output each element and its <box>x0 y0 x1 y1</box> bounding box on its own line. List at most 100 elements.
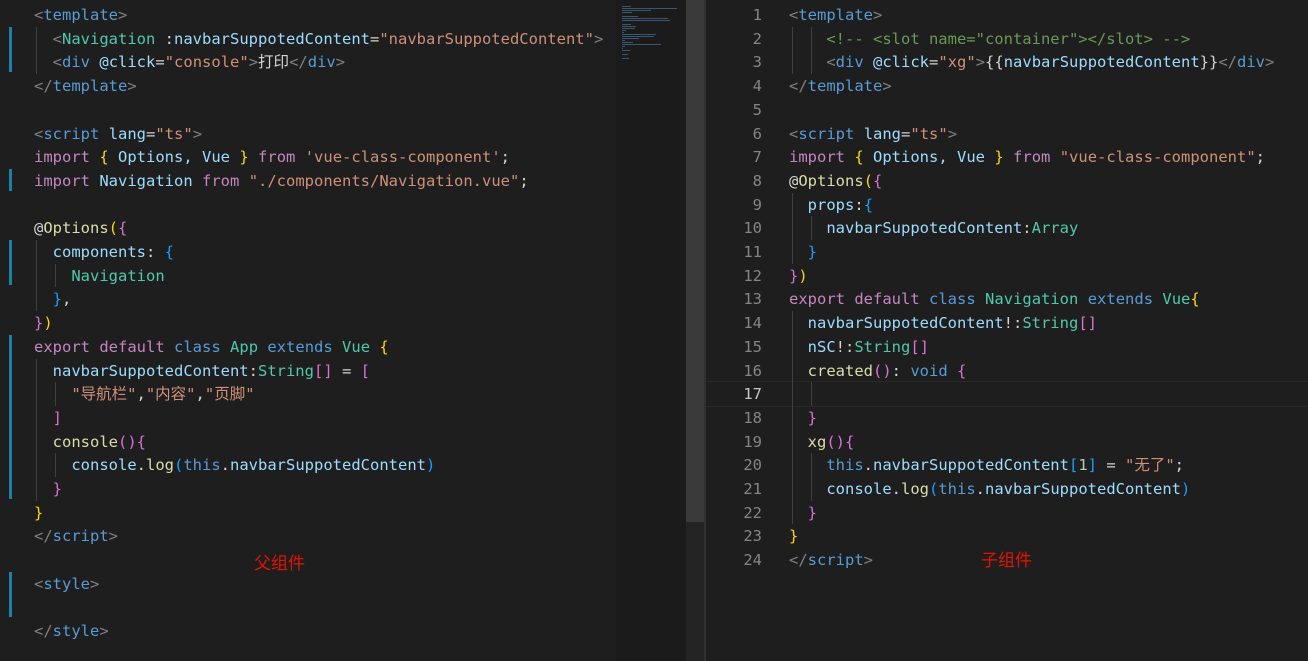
code-token: < <box>789 124 799 143</box>
code-line[interactable] <box>0 98 616 122</box>
code-token: { <box>873 171 883 190</box>
code-token: } <box>807 408 818 427</box>
code-text: navbarSuppotedContent:Array <box>789 216 1078 240</box>
code-token: lang <box>108 124 147 143</box>
code-token: Navigation <box>62 29 156 48</box>
code-token: [] <box>313 361 333 380</box>
code-line[interactable]: 4 </template> <box>706 74 1308 98</box>
code-line[interactable]: @Options({ <box>0 216 616 240</box>
code-line[interactable] <box>0 548 616 572</box>
code-token: import <box>789 148 845 167</box>
code-line[interactable]: 21 console.log(this.navbarSuppotedConten… <box>706 477 1308 501</box>
code-line[interactable]: components: { <box>0 240 616 264</box>
code-line[interactable]: </template> <box>0 74 616 98</box>
line-number: 7 <box>752 148 762 167</box>
code-text: console(){ <box>34 430 146 454</box>
code-line[interactable] <box>0 596 616 620</box>
minimap-line <box>622 26 636 27</box>
minimap-line <box>622 46 625 47</box>
code-token: "console" <box>164 53 249 72</box>
code-line[interactable]: 18 } <box>706 406 1308 430</box>
code-token: Options <box>43 219 109 238</box>
code-token: ( <box>108 219 119 238</box>
code-line[interactable]: export default class App extends Vue { <box>0 335 616 359</box>
code-line[interactable]: 13 export default class Navigation extend… <box>706 287 1308 311</box>
code-line[interactable]: 6 <script lang="ts"> <box>706 122 1308 146</box>
code-line[interactable]: </style> <box>0 619 616 643</box>
code-line[interactable]: }) <box>0 311 616 335</box>
code-token: "ts" <box>910 124 948 143</box>
code-line[interactable]: navbarSuppotedContent:String[] = [ <box>0 359 616 383</box>
code-line[interactable]: 17 <box>706 381 1308 408</box>
code-line[interactable]: import Navigation from "./components/Nav… <box>0 169 616 193</box>
code-line[interactable]: } <box>0 501 616 525</box>
code-line[interactable]: <script lang="ts"> <box>0 122 616 146</box>
code-line[interactable]: 10 navbarSuppotedContent:Array <box>706 216 1308 240</box>
minimap-line <box>622 34 657 35</box>
code-token: "内容" <box>145 385 196 404</box>
code-line[interactable]: 19 xg(){ <box>706 430 1308 454</box>
code-line[interactable]: } <box>0 477 616 501</box>
code-line[interactable]: Navigation <box>0 264 616 288</box>
code-line[interactable]: 5 <box>706 98 1308 122</box>
code-text: navbarSuppotedContent:String[] = [ <box>34 359 370 383</box>
code-line[interactable]: <style> <box>0 572 616 596</box>
code-line[interactable]: 14 navbarSuppotedContent!:String[] <box>706 311 1308 335</box>
code-token: ( <box>174 456 184 475</box>
code-line[interactable]: </script> <box>0 524 616 548</box>
code-text: console.log(this.navbarSuppotedContent) <box>34 453 435 477</box>
line-number: 4 <box>752 77 762 96</box>
code-line[interactable] <box>0 193 616 217</box>
code-text: xg(){ <box>789 430 855 454</box>
code-token: from <box>258 148 296 167</box>
code-line[interactable]: 20 this.navbarSuppotedContent[1] = "无了"; <box>706 453 1308 477</box>
code-token: class <box>174 337 221 356</box>
code-line[interactable]: }, <box>0 287 616 311</box>
code-token: String <box>854 337 911 356</box>
code-line[interactable]: 1 <template> <box>706 3 1308 27</box>
code-line[interactable]: 12}) <box>706 264 1308 288</box>
code-line[interactable]: 3 <div @click="xg">{{navbarSuppotedConte… <box>706 50 1308 74</box>
scrollbar-thumb[interactable] <box>686 0 704 522</box>
minimap[interactable] <box>616 0 686 661</box>
code-line[interactable]: console.log(this.navbarSuppotedContent) <box>0 453 616 477</box>
code-line[interactable]: 15 nSC!:String[] <box>706 335 1308 359</box>
code-token: default <box>854 290 920 309</box>
code-text: <script lang="ts"> <box>789 122 957 146</box>
code-line[interactable]: <template> <box>0 3 616 27</box>
code-token: ) <box>798 266 808 285</box>
code-line[interactable]: console(){ <box>0 430 616 454</box>
code-token: template <box>52 77 128 96</box>
code-line[interactable]: 9 props:{ <box>706 193 1308 217</box>
code-line[interactable]: 8 @Options({ <box>706 169 1308 193</box>
code-line[interactable]: 23} <box>706 524 1308 548</box>
code-token: > <box>127 77 137 96</box>
code-line[interactable]: 2 <!-- <slot name="container"></slot> --… <box>706 27 1308 51</box>
code-text: this.navbarSuppotedContent[1] = "无了"; <box>789 453 1184 477</box>
line-number: 15 <box>743 337 762 356</box>
minimap-line <box>622 48 623 49</box>
code-line[interactable]: import { Options, Vue } from 'vue-class-… <box>0 145 616 169</box>
code-line[interactable]: "导航栏","内容","页脚" <box>0 382 616 406</box>
code-line[interactable]: ] <box>0 406 616 430</box>
code-token: : <box>146 243 165 261</box>
code-token: Navigation <box>99 171 193 190</box>
code-line[interactable]: 11 } <box>706 240 1308 264</box>
code-line[interactable]: 16 created(): void { <box>706 359 1308 383</box>
code-line[interactable]: 22 } <box>706 501 1308 525</box>
code-token: void <box>910 361 948 380</box>
minimap-line <box>622 50 631 51</box>
vertical-scrollbar[interactable] <box>686 0 704 661</box>
left-editor-pane[interactable]: <template> <Navigation :navbarSuppotedCo… <box>0 0 616 661</box>
code-token: { <box>379 337 389 356</box>
code-line[interactable]: 7 import { Options, Vue } from "vue-class… <box>706 145 1308 169</box>
code-token: { <box>1190 290 1200 309</box>
code-token: this <box>826 456 864 475</box>
indent-guide <box>55 453 56 477</box>
code-line[interactable]: <Navigation :navbarSuppotedContent="navb… <box>0 27 616 51</box>
code-line[interactable]: <div @click="console">打印</div> <box>0 50 616 74</box>
